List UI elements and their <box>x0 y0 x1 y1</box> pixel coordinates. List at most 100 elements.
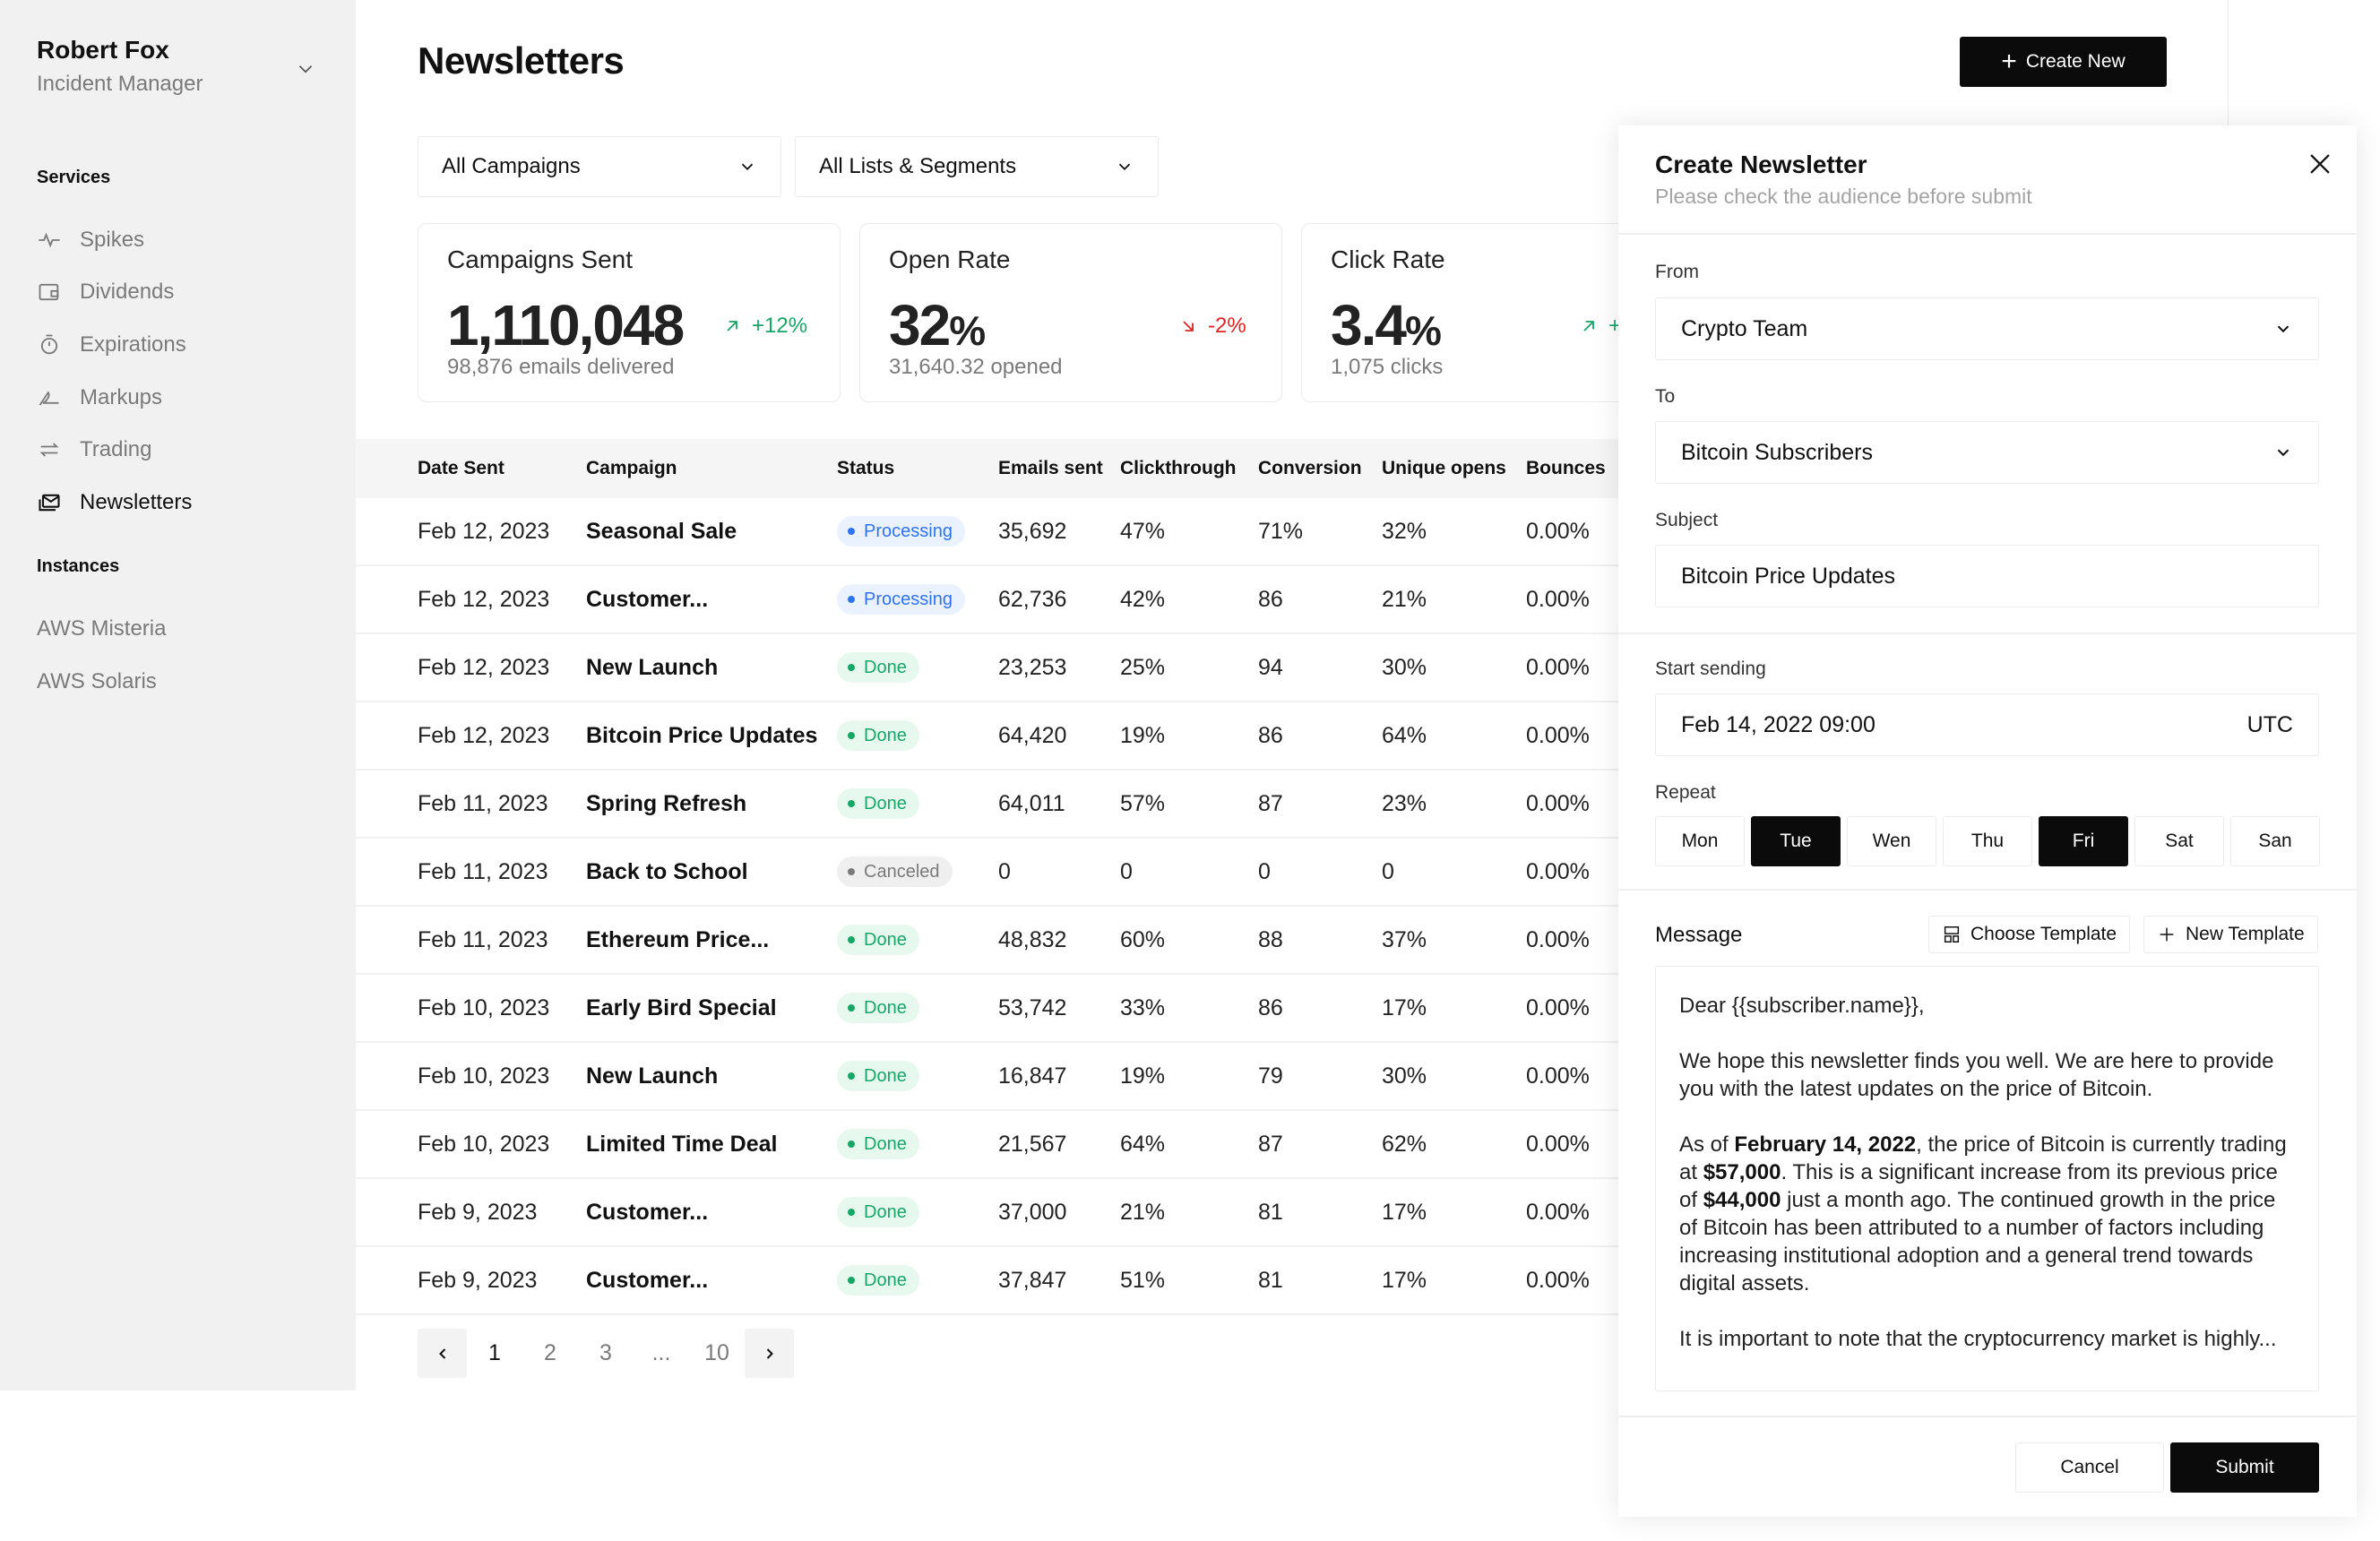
day-toggle-thu[interactable]: Thu <box>1943 816 2032 866</box>
page-2-button[interactable]: 2 <box>522 1340 578 1366</box>
cell-emails-sent: 21,567 <box>998 1131 1067 1157</box>
table-row[interactable]: Feb 12, 2023 Bitcoin Price Updates Done 64,… <box>356 702 1619 770</box>
day-toggle-wed[interactable]: Wen <box>1847 816 1936 866</box>
cell-campaign: Customer... <box>586 586 709 612</box>
table-row[interactable]: Feb 9, 2023 Customer... Done 37,000 21% 81 17%… <box>356 1179 1619 1247</box>
subject-input[interactable]: Bitcoin Price Updates <box>1655 545 2319 607</box>
close-icon[interactable] <box>2305 149 2335 179</box>
cell-clickthrough: 19% <box>1120 1063 1166 1089</box>
cell-bounces: 0.00% <box>1526 1131 1590 1157</box>
table-row[interactable]: Feb 11, 2023 Spring Refresh Done 64,011 57% 8… <box>356 770 1619 839</box>
campaigns-filter-select[interactable]: All Campaigns <box>418 136 781 197</box>
cell-conversion: 79 <box>1258 1063 1283 1089</box>
divider <box>1618 633 2357 634</box>
day-toggle-tue[interactable]: Tue <box>1751 816 1841 866</box>
column-header-emails-sent[interactable]: Emails sent <box>998 439 1103 498</box>
cell-campaign: Early Bird Special <box>586 994 777 1020</box>
cell-emails-sent: 64,420 <box>998 722 1067 748</box>
day-toggle-sun[interactable]: San <box>2230 816 2320 866</box>
cell-bounces: 0.00% <box>1526 722 1590 748</box>
column-header-unique-opens[interactable]: Unique opens <box>1382 439 1506 498</box>
chevron-down-icon[interactable] <box>294 57 317 81</box>
table-row[interactable]: Feb 12, 2023 Seasonal Sale Processing 35,69… <box>356 498 1619 566</box>
column-header-date-sent[interactable]: Date Sent <box>418 439 504 498</box>
user-profile[interactable]: Robert Fox Incident Manager <box>37 36 203 97</box>
table-row[interactable]: Feb 11, 2023 Back to School Canceled 0 0 0 0 0.… <box>356 839 1619 907</box>
table-row[interactable]: Feb 12, 2023 Customer... Processing 62,736 4… <box>356 566 1619 634</box>
subject-label: Subject <box>1655 510 1719 530</box>
cell-bounces: 0.00% <box>1526 1267 1590 1293</box>
cell-unique-opens: 37% <box>1382 926 1427 952</box>
sidebar-item-label: Trading <box>80 437 152 461</box>
column-header-status[interactable]: Status <box>837 439 894 498</box>
day-toggle-sat[interactable]: Sat <box>2134 816 2224 866</box>
cell-status: Done <box>837 770 919 837</box>
cell-campaign: New Launch <box>586 654 719 680</box>
table-row[interactable]: Feb 10, 2023 New Launch Done 16,847 19% 79 30%… <box>356 1043 1619 1111</box>
status-dot-icon <box>848 528 855 535</box>
status-badge: Canceled <box>837 857 953 887</box>
column-header-conversion[interactable]: Conversion <box>1258 439 1362 498</box>
cell-campaign: Customer... <box>586 1199 709 1225</box>
sidebar-item-newsletters[interactable]: Newsletters <box>37 485 192 521</box>
cell-bounces: 0.00% <box>1526 518 1590 544</box>
cell-unique-opens: 30% <box>1382 654 1427 680</box>
chevron-right-icon <box>766 1347 773 1359</box>
page-1-button[interactable]: 1 <box>467 1340 522 1366</box>
cell-campaign: Seasonal Sale <box>586 518 737 544</box>
sidebar-item-trading[interactable]: Trading <box>37 432 151 468</box>
sidebar-item-spikes[interactable]: Spikes <box>37 222 144 258</box>
column-header-campaign[interactable]: Campaign <box>586 439 677 498</box>
table-row[interactable]: Feb 10, 2023 Early Bird Special Done 53,742… <box>356 975 1619 1043</box>
column-header-bounces[interactable]: Bounces <box>1526 439 1606 498</box>
sidebar-item-expirations[interactable]: Expirations <box>37 327 186 363</box>
cell-campaign: Spring Refresh <box>586 790 747 816</box>
cell-date-sent: Feb 12, 2023 <box>418 586 550 612</box>
table-row[interactable]: Feb 12, 2023 New Launch Done 23,253 25% 94 30%… <box>356 634 1619 702</box>
page-3-button[interactable]: 3 <box>578 1340 634 1366</box>
to-select[interactable]: Bitcoin Subscribers <box>1655 421 2319 484</box>
status-badge: Done <box>837 1061 919 1091</box>
cell-unique-opens: 17% <box>1382 1199 1427 1225</box>
status-dot-icon <box>848 800 855 807</box>
chevron-down-icon <box>1118 163 1131 171</box>
stat-card-campaigns-sent: Campaigns Sent 1,110,048 +12% 98,876 ema… <box>418 223 841 402</box>
sidebar-item-label: Spikes <box>80 228 145 252</box>
page-10-button[interactable]: 10 <box>689 1340 745 1366</box>
column-header-clickthrough[interactable]: Clickthrough <box>1120 439 1237 498</box>
day-toggle-mon[interactable]: Mon <box>1655 816 1745 866</box>
message-textarea[interactable]: Dear {{subscriber.name}}, We hope this n… <box>1655 966 2319 1391</box>
new-template-button[interactable]: New Template <box>2143 916 2318 953</box>
cell-conversion: 94 <box>1258 654 1283 680</box>
from-select[interactable]: Crypto Team <box>1655 297 2319 360</box>
cancel-button[interactable]: Cancel <box>2015 1442 2164 1493</box>
sidebar-item-markups[interactable]: Markups <box>37 380 162 416</box>
cell-conversion: 86 <box>1258 586 1283 612</box>
cell-date-sent: Feb 10, 2023 <box>418 1063 550 1089</box>
instance-aws-solaris[interactable]: AWS Solaris <box>37 669 157 694</box>
subject-value: Bitcoin Price Updates <box>1681 563 1896 589</box>
cell-clickthrough: 25% <box>1120 654 1166 680</box>
panel-subtitle: Please check the audience before submit <box>1655 185 2032 208</box>
cell-conversion: 81 <box>1258 1199 1283 1225</box>
instance-aws-misteria[interactable]: AWS Misteria <box>37 616 166 641</box>
cell-status: Done <box>837 907 919 973</box>
cell-date-sent: Feb 10, 2023 <box>418 1131 550 1157</box>
table-row[interactable]: Feb 9, 2023 Customer... Done 37,847 51% 81 17%… <box>356 1247 1619 1315</box>
cell-date-sent: Feb 10, 2023 <box>418 994 550 1020</box>
next-page-button[interactable] <box>745 1329 794 1378</box>
start-sending-input[interactable]: Feb 14, 2022 09:00 UTC <box>1655 693 2319 756</box>
cell-date-sent: Feb 9, 2023 <box>418 1199 538 1225</box>
campaigns-filter-value: All Campaigns <box>442 154 581 178</box>
previous-page-button[interactable] <box>418 1329 467 1378</box>
create-new-button[interactable]: + Create New <box>1960 37 2167 87</box>
cell-emails-sent: 62,736 <box>998 586 1067 612</box>
table-row[interactable]: Feb 10, 2023 Limited Time Deal Done 21,567 6… <box>356 1111 1619 1179</box>
submit-button[interactable]: Submit <box>2170 1442 2319 1493</box>
cell-date-sent: Feb 12, 2023 <box>418 722 550 748</box>
lists-filter-select[interactable]: All Lists & Segments <box>795 136 1159 197</box>
choose-template-button[interactable]: Choose Template <box>1928 916 2131 953</box>
table-row[interactable]: Feb 11, 2023 Ethereum Price... Done 48,832 6… <box>356 907 1619 975</box>
sidebar-item-dividends[interactable]: Dividends <box>37 274 174 310</box>
day-toggle-fri[interactable]: Fri <box>2039 816 2128 866</box>
